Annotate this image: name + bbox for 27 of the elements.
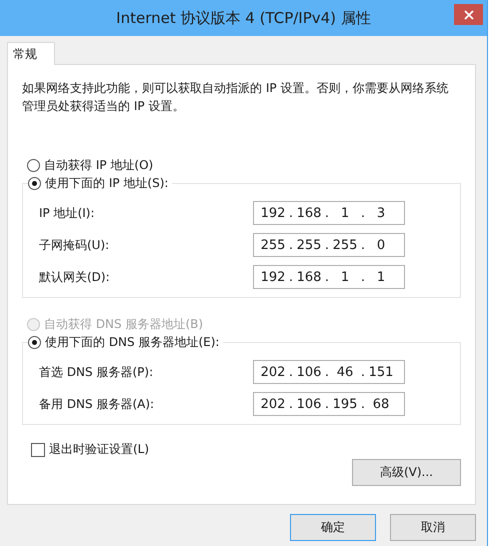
description-text: 如果网络支持此功能，则可以获取自动指派的 IP 设置。否则，你需要从网络系统管理员处获得适当的 IP 设置。 [22, 80, 450, 115]
radio-button[interactable] [28, 176, 41, 190]
radio-button[interactable] [27, 158, 40, 172]
cancel-button[interactable]: 取消 [390, 514, 476, 541]
checkbox[interactable] [31, 442, 45, 456]
ip-field[interactable]: 255 . 255 . 255 . 0 [253, 233, 405, 257]
ip-field[interactable]: 192 . 168 . 1 . 1 [253, 265, 405, 289]
field-label: 备用 DNS 服务器(A): [39, 396, 154, 412]
ip-field[interactable]: 192 . 168 . 1 . 3 [253, 201, 405, 225]
ok-button[interactable]: 确定 [290, 514, 376, 541]
radio-label: 使用下面的 DNS 服务器地址(E): [45, 334, 220, 350]
ip-field[interactable]: 202 . 106 . 195 . 68 [253, 392, 405, 416]
field-label: IP 地址(I): [39, 204, 95, 222]
advanced-button[interactable]: 高级(V)... [352, 459, 461, 486]
field-label: 默认网关(D): [39, 268, 110, 286]
radio-button[interactable] [28, 336, 41, 348]
radio-label: 自动获得 IP 地址(O) [44, 156, 154, 174]
radio-label: 自动获得 DNS 服务器地址(B) [44, 316, 204, 332]
field-label: 首选 DNS 服务器(P): [39, 364, 154, 380]
tab[interactable]: 常规 [7, 42, 55, 65]
window-title: Internet 协议版本 4 (TCP/IPv4) 属性 [116, 8, 371, 28]
field-label: 子网掩码(U): [39, 236, 110, 254]
checkbox-label: 退出时验证设置(L) [49, 441, 150, 458]
close-icon [464, 10, 474, 20]
ip-field[interactable]: 202 . 106 . 46 . 151 [253, 360, 405, 384]
radio-label: 使用下面的 IP 地址(S): [45, 174, 168, 192]
close-button[interactable] [454, 4, 483, 25]
